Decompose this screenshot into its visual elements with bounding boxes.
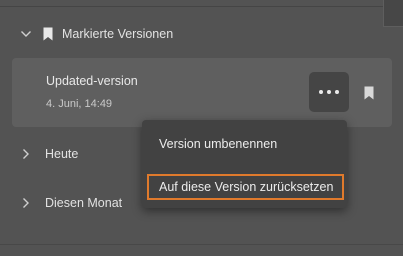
context-menu: Version umbenennen Auf diese Version zur… [142, 120, 347, 208]
version-date: 4. Juni, 14:49 [46, 98, 113, 110]
chevron-right-icon [20, 148, 32, 160]
bottom-divider [0, 244, 403, 245]
scrollbar-corner [383, 0, 403, 27]
version-name: Updated-version [46, 74, 138, 88]
rename-version-menu-item[interactable]: Version umbenennen [142, 132, 347, 158]
section-marked-versions[interactable]: Markierte Versionen [20, 27, 173, 41]
top-divider [0, 6, 403, 7]
chevron-right-icon [20, 197, 32, 209]
restore-version-menu-item[interactable]: Auf diese Version zurücksetzen [147, 174, 344, 200]
section-this-month[interactable]: Diesen Monat [20, 196, 122, 210]
more-horizontal-icon [319, 90, 339, 94]
bookmark-icon[interactable] [364, 86, 374, 105]
menu-item-label: Version umbenennen [159, 137, 278, 151]
bookmark-icon [43, 27, 53, 41]
section-label: Diesen Monat [45, 196, 123, 210]
chevron-down-icon [20, 28, 32, 40]
section-today[interactable]: Heute [20, 147, 78, 161]
version-item[interactable]: Updated-version 4. Juni, 14:49 [12, 58, 392, 127]
menu-item-label: Auf diese Version zurücksetzen [159, 180, 334, 194]
more-options-button[interactable] [309, 72, 349, 112]
section-label: Markierte Versionen [62, 27, 174, 41]
section-label: Heute [45, 147, 79, 161]
